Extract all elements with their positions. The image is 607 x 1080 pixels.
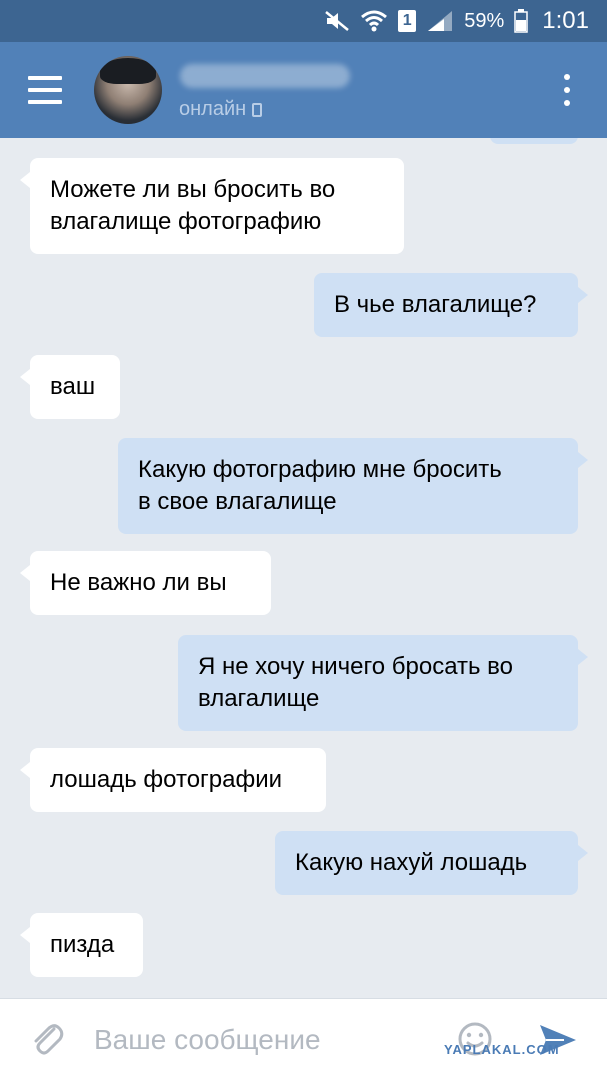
message-text: Не важно ли вы [50,569,227,596]
status-bar: 1 59% 1:01 [0,0,607,42]
message-text: в свое влагалище [138,488,337,515]
mute-icon [324,9,350,33]
status-text: онлайн [179,98,247,120]
message-text: ваш [50,373,96,400]
message-incoming[interactable]: пизда [20,913,143,977]
message-incoming[interactable]: Можете ли вы бросить во влагалище фотогр… [20,158,404,254]
message-outgoing[interactable]: Я не хочу ничего бросать во влагалище [178,635,588,731]
contact-name[interactable] [180,64,350,88]
message-text: Какую нахуй лошадь [295,849,528,876]
menu-icon[interactable] [28,76,62,104]
message-outgoing[interactable]: Какую нахуй лошадь [275,831,588,895]
wifi-icon [360,9,388,33]
message-text: Я не хочу ничего бросать во [198,653,513,680]
message-text: пизда [50,931,115,958]
watermark: YAPLAKAL.COM [444,1042,560,1057]
clock: 1:01 [542,7,589,34]
message-list[interactable]: Можете ли вы бросить во влагалище фотогр… [0,138,607,998]
message-bubble-partial [490,138,578,144]
more-icon[interactable] [563,74,571,106]
message-text: влагалище фотографию [50,208,322,235]
sim-icon: 1 [398,10,417,32]
message-text: влагалище [198,685,320,712]
contact-status: онлайн [179,98,263,121]
battery-icon [514,9,529,33]
message-text: лошадь фотографии [50,766,283,793]
message-incoming[interactable]: Не важно ли вы [20,551,271,615]
message-incoming[interactable]: ваш [20,355,120,419]
battery-percent: 59% [464,9,505,32]
message-outgoing[interactable]: В чье влагалище? [314,273,588,337]
message-incoming[interactable]: лошадь фотографии [20,748,326,812]
avatar[interactable] [94,56,162,124]
chat-header: онлайн [0,42,607,138]
message-text: Можете ли вы бросить во [50,176,336,203]
paperclip-icon[interactable] [30,1021,66,1061]
message-text: Какую фотографию мне бросить [138,456,502,483]
signal-icon [426,9,454,33]
composer [0,998,607,1080]
message-text: В чье влагалище? [334,291,537,318]
message-input[interactable] [94,1017,424,1063]
mobile-icon [252,102,263,117]
message-outgoing[interactable]: Какую фотографию мне бросить в свое влаг… [118,438,588,534]
